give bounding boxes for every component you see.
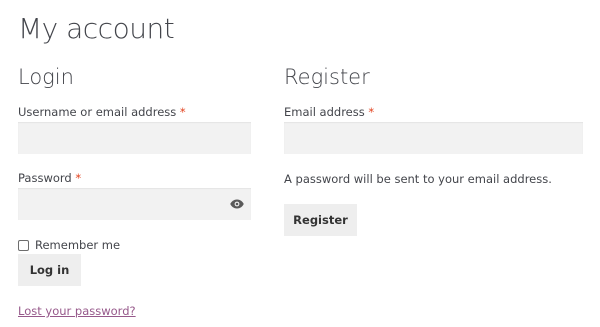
remember-me-row: Remember me	[18, 238, 120, 252]
required-asterisk: *	[179, 105, 186, 119]
lost-password-link[interactable]: Lost your password?	[18, 304, 136, 318]
eye-icon[interactable]	[230, 197, 244, 211]
username-label: Username or email address *	[18, 105, 252, 119]
remember-me-checkbox[interactable]	[18, 239, 29, 251]
email-input[interactable]	[284, 122, 583, 154]
username-label-text: Username or email address	[18, 105, 177, 119]
remember-me-label: Remember me	[35, 238, 121, 252]
email-label: Email address *	[284, 105, 584, 119]
register-heading: Register	[284, 65, 370, 89]
register-button[interactable]: Register	[284, 204, 357, 236]
email-row: Email address *	[284, 105, 584, 119]
username-input[interactable]	[18, 122, 251, 154]
page-title: My account	[18, 12, 175, 45]
register-section: Register Email address * A password will…	[284, 64, 584, 236]
required-asterisk: *	[75, 171, 82, 185]
password-row: Password *	[18, 171, 252, 185]
password-label-text: Password	[18, 171, 72, 185]
required-asterisk: *	[368, 105, 375, 119]
login-heading: Login	[18, 65, 74, 89]
password-label: Password *	[18, 171, 252, 185]
login-button[interactable]: Log in	[18, 254, 81, 286]
email-label-text: Email address	[284, 105, 365, 119]
password-input[interactable]	[18, 188, 251, 220]
password-field-wrap	[18, 188, 251, 220]
username-row: Username or email address *	[18, 105, 252, 119]
login-section: Login Username or email address * Passwo…	[18, 64, 252, 318]
password-sent-note: A password will be sent to your email ad…	[284, 172, 552, 186]
